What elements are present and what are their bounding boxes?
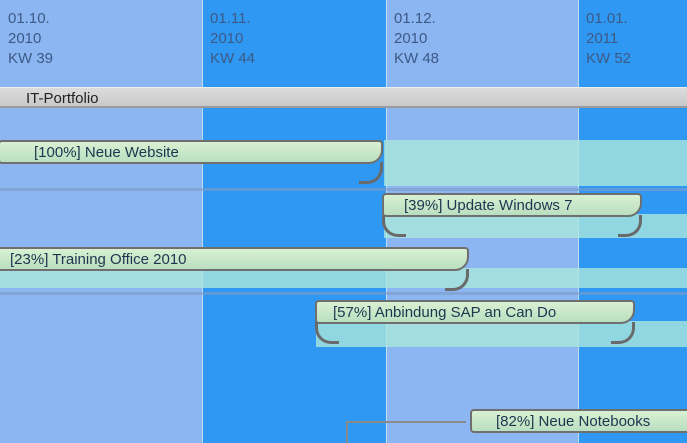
header-year: 2010: [394, 30, 428, 47]
header-date: 01.01.: [586, 10, 628, 27]
task-bar[interactable]: [39%] Update Windows 7: [382, 193, 642, 237]
task-bar[interactable]: [82%] Neue Notebooks: [470, 409, 687, 433]
task-bar[interactable]: [23%] Training Office 2010: [0, 247, 469, 291]
task-label: [100%] Neue Website: [34, 144, 179, 161]
timeline-header-cell: 01.12. 2010 KW 48: [386, 0, 439, 82]
header-date: 01.10.: [8, 10, 50, 27]
header-week: KW 48: [394, 50, 440, 67]
task-label: [23%] Training Office 2010: [10, 251, 187, 268]
header-date: 01.11.: [210, 10, 251, 27]
header-week: KW 39: [8, 50, 54, 67]
task-bar[interactable]: [100%] Neue Website: [0, 140, 383, 184]
timeline-header-cell: 01.10. 2010 KW 39: [0, 0, 53, 82]
row-separator: [0, 292, 687, 295]
timeline-header-cell: 01.01. 2011 KW 52: [578, 0, 631, 82]
gantt-chart: 01.10. 2010 KW 39 01.11. 2010 KW 44 01.1…: [0, 0, 687, 443]
header-date: 01.12.: [394, 10, 436, 27]
task-bar[interactable]: [57%] Anbindung SAP an Can Do: [315, 300, 635, 344]
dependency-arrow: [346, 421, 466, 423]
header-year: 2010: [210, 30, 244, 47]
header-year: 2010: [8, 30, 42, 47]
task-label: [82%] Neue Notebooks: [496, 413, 651, 430]
row-separator: [0, 188, 687, 191]
task-remaining-span: [384, 140, 687, 186]
portfolio-label: IT-Portfolio: [26, 90, 99, 107]
header-week: KW 44: [210, 50, 256, 67]
dependency-arrow: [346, 421, 348, 443]
task-label: [39%] Update Windows 7: [404, 197, 573, 214]
header-week: KW 52: [586, 50, 632, 67]
task-remaining-span: [0, 268, 687, 288]
header-year: 2011: [586, 30, 619, 47]
portfolio-row[interactable]: IT-Portfolio: [0, 87, 687, 108]
timeline-header-cell: 01.11. 2010 KW 44: [202, 0, 255, 82]
task-label: [57%] Anbindung SAP an Can Do: [333, 304, 557, 321]
